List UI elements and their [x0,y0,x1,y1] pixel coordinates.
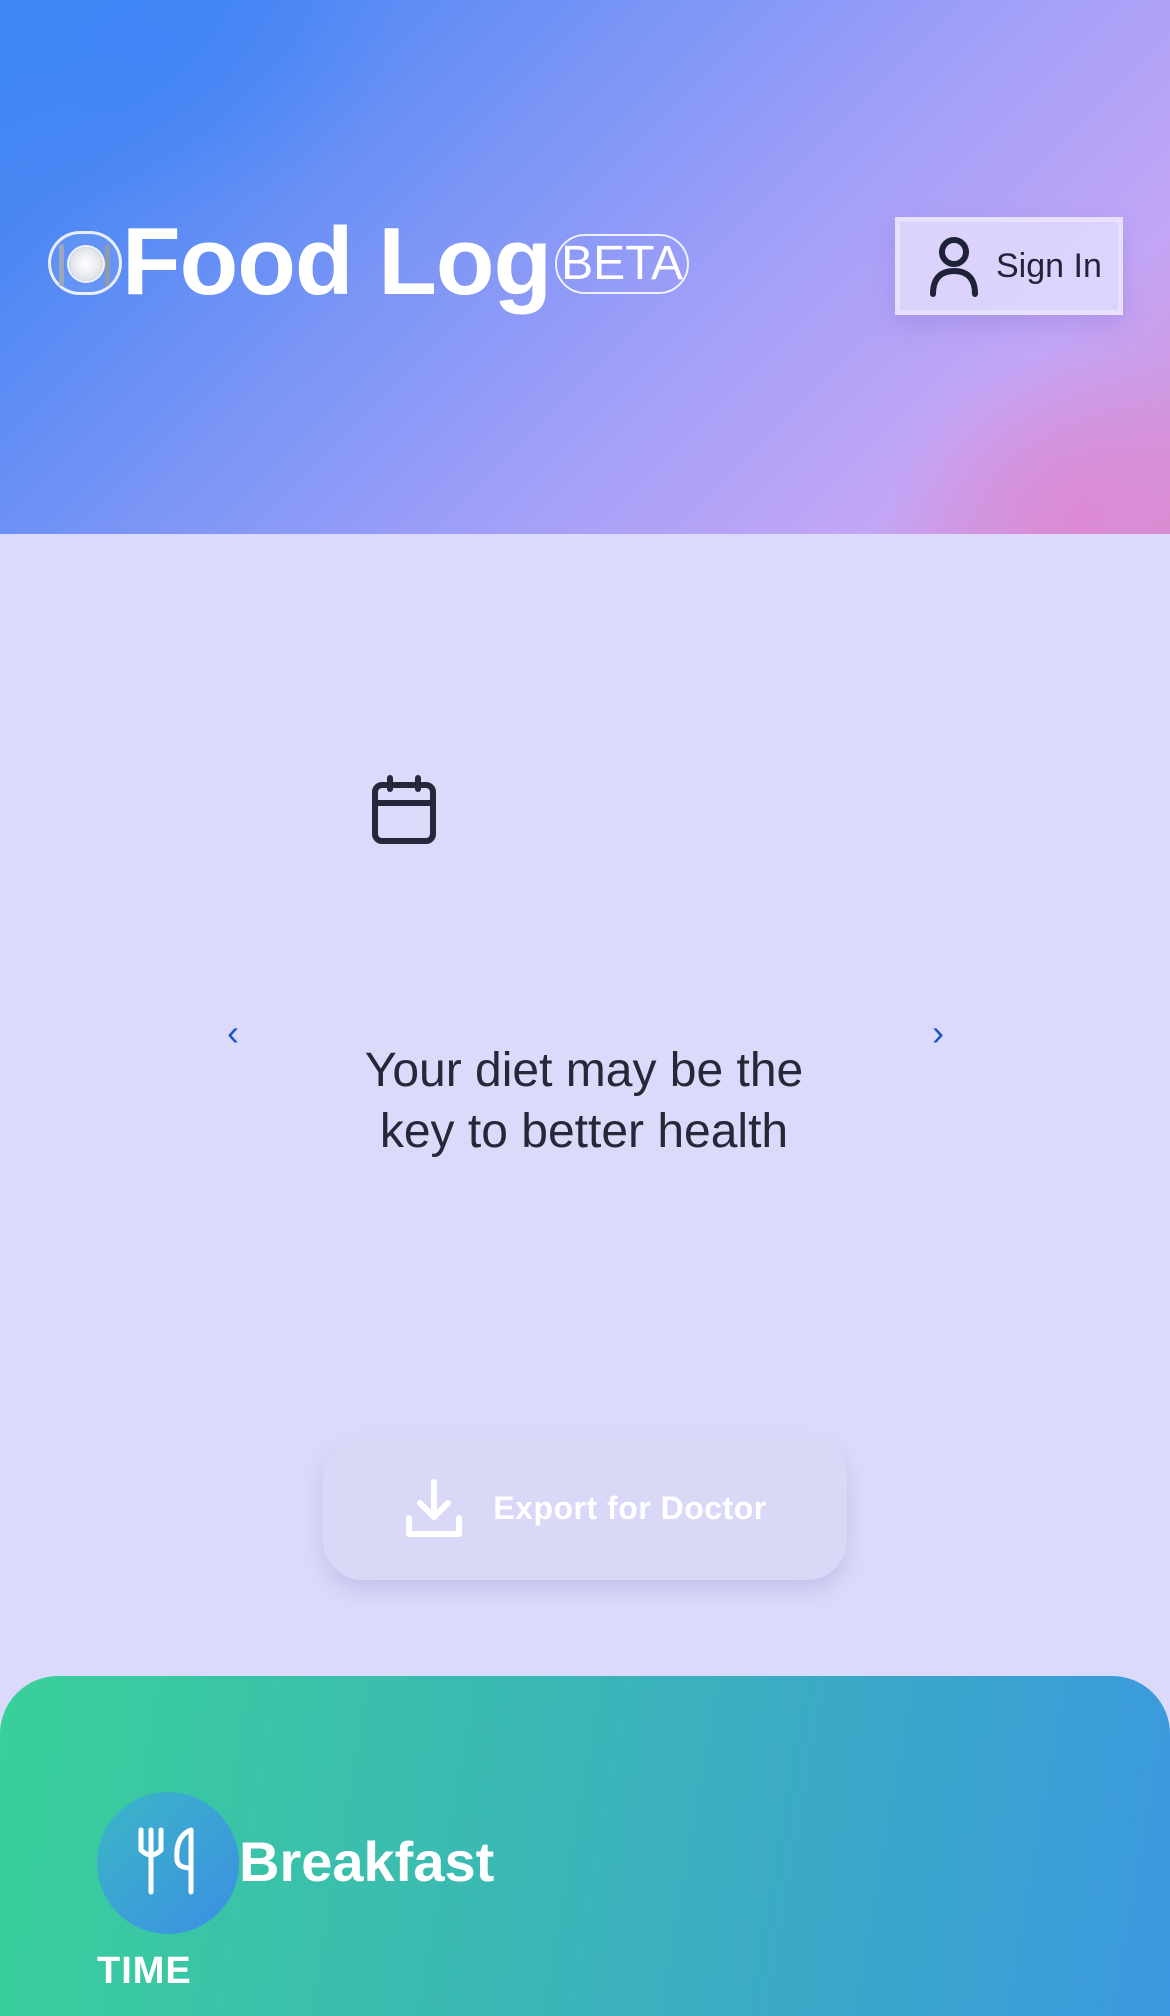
meal-title: Breakfast [239,1830,495,1893]
app-title: Food Log [122,208,552,315]
download-icon [406,1478,463,1537]
chevron-left-icon[interactable]: ‹ [213,1013,253,1053]
app-header: Food Log BETA Sign In [0,0,1170,534]
fork-knife-icon [138,1827,194,1895]
fork-icon [59,244,64,286]
brand: Food Log BETA [48,208,689,315]
plate-icon [69,247,103,281]
export-label: Export for Doctor [493,1490,767,1526]
meal-icon-badge [97,1792,239,1934]
carousel-message: Your diet may be the key to better healt… [364,1044,804,1158]
user-icon [930,237,978,297]
knife-icon [105,244,110,286]
chevron-right-icon[interactable]: › [918,1013,958,1053]
time-label: TIME [97,1950,192,1992]
sign-in-button[interactable]: Sign In [895,217,1123,315]
meal-card-breakfast[interactable]: Breakfast TIME [0,1676,1170,2016]
plate-with-cutlery-icon [48,231,122,295]
export-for-doctor-button[interactable]: Export for Doctor [323,1437,847,1580]
calendar-icon [372,775,436,844]
sign-in-label: Sign In [996,246,1102,285]
beta-badge: BETA [555,234,689,294]
